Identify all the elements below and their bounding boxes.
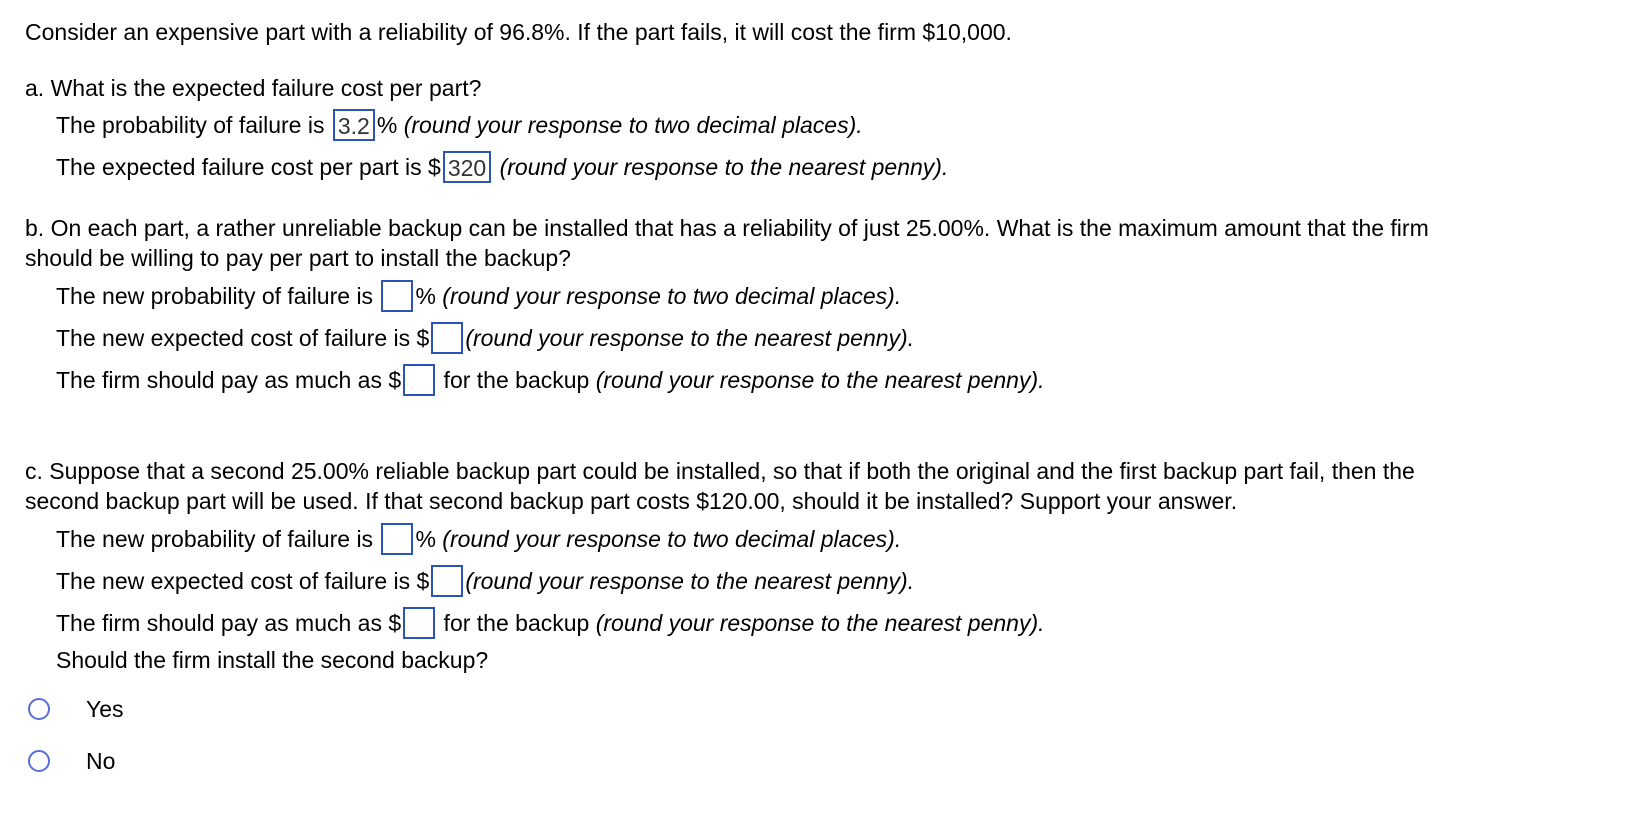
question-b-line1: b. On each part, a rather unreliable bac… [25,215,1429,241]
hint: (round your response to two decimal plac… [442,283,902,309]
a-cost-input[interactable]: 320 [442,150,492,183]
radio-no-label[interactable]: No [86,747,115,775]
hint: (round your response to the nearest penn… [595,367,1045,393]
hint: (round your response to the nearest penn… [499,154,949,180]
intro-text: Consider an expensive part with a reliab… [25,19,1012,45]
percent-sign: % [415,283,443,309]
question-a: a. What is the expected failure cost per… [25,75,482,101]
label: The firm should pay as much as $ [56,610,402,636]
hint: (round your response to the nearest penn… [465,325,915,351]
b-probability-line: The new probability of failure is % (rou… [56,279,902,312]
radio-yes[interactable] [28,698,50,720]
c-install-question: Should the firm install the second backu… [56,647,489,673]
c-pay-input[interactable] [403,606,436,639]
label: The probability of failure is [56,112,331,138]
label: The new probability of failure is [56,526,380,552]
question-b-line2: should be willing to pay per part to ins… [25,245,571,271]
b-pay-line: The firm should pay as much as $ for the… [56,363,1045,396]
percent-sign: % [415,526,443,552]
a-cost-line: The expected failure cost per part is $3… [56,150,949,183]
percent-sign: % [376,112,404,138]
b-cost-line: The new expected cost of failure is $ (ro… [56,321,915,354]
label: The new probability of failure is [56,283,380,309]
c-pay-line: The firm should pay as much as $ for the… [56,606,1045,639]
c-probability-line: The new probability of failure is % (rou… [56,522,902,555]
hint: (round your response to the nearest penn… [595,610,1045,636]
question-c-line2: second backup part will be used. If that… [25,488,1238,514]
b-probability-input[interactable] [381,279,414,312]
question-c-line1: c. Suppose that a second 25.00% reliable… [25,458,1415,484]
b-cost-input[interactable] [431,321,464,354]
a-probability-line: The probability of failure is 3.2% (roun… [56,108,863,141]
radio-yes-label[interactable]: Yes [86,695,124,723]
label: The new expected cost of failure is $ [56,568,430,594]
hint: (round your response to two decimal plac… [403,112,863,138]
hint: (round your response to the nearest penn… [465,568,915,594]
c-probability-input[interactable] [381,522,414,555]
a-probability-input[interactable]: 3.2 [332,108,375,141]
label: The new expected cost of failure is $ [56,325,430,351]
c-cost-line: The new expected cost of failure is $ (ro… [56,564,915,597]
label: for the backup [437,610,596,636]
label: for the backup [437,367,596,393]
label: The expected failure cost per part is $ [56,154,441,180]
c-cost-input[interactable] [431,564,464,597]
label: The firm should pay as much as $ [56,367,402,393]
hint: (round your response to two decimal plac… [442,526,902,552]
b-pay-input[interactable] [403,363,436,396]
radio-no[interactable] [28,750,50,772]
